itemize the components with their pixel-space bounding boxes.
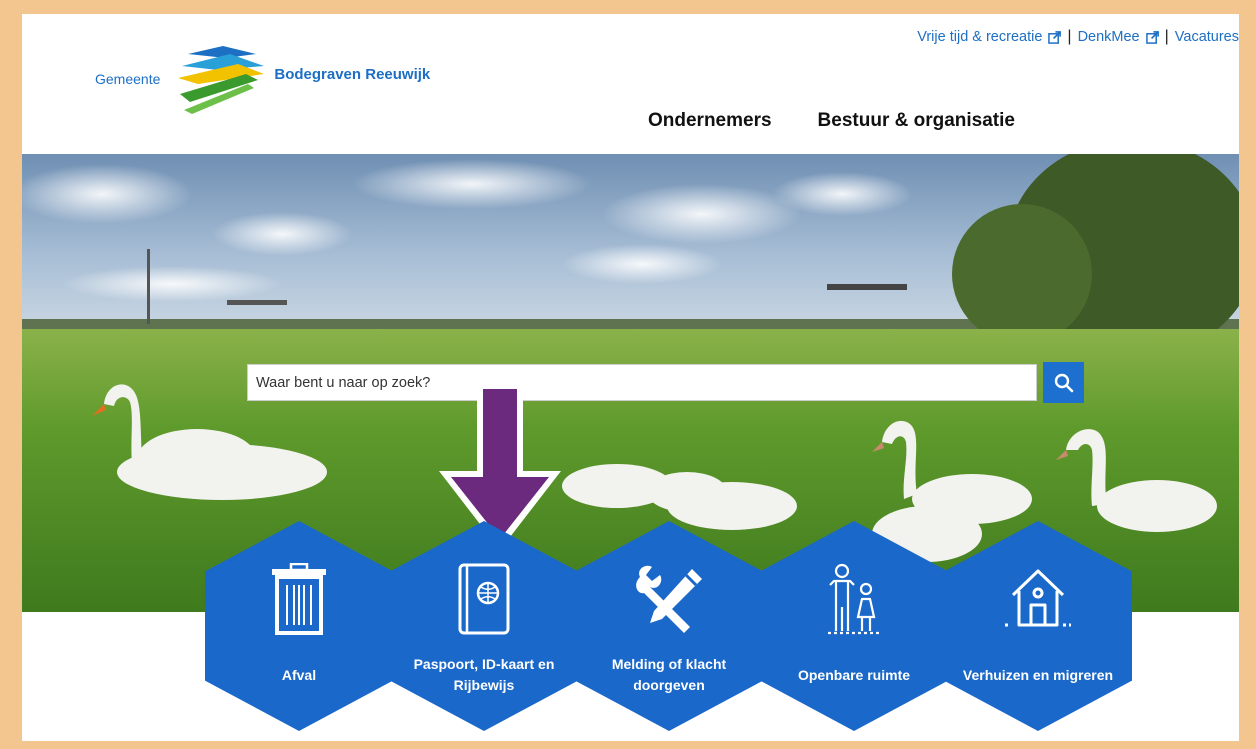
search-icon bbox=[1054, 373, 1073, 392]
tile-paspoort[interactable]: Paspoort, ID-kaart en Rijbewijs bbox=[390, 521, 578, 731]
search-box bbox=[247, 364, 1037, 401]
external-link-icon bbox=[1048, 30, 1062, 44]
separator: | bbox=[1067, 28, 1072, 45]
external-link-icon bbox=[1145, 30, 1159, 44]
trash-bin-icon bbox=[272, 563, 326, 635]
tile-openbare-ruimte[interactable]: Openbare ruimte bbox=[760, 521, 948, 731]
link-label: Vacatures bbox=[1174, 29, 1239, 45]
tile-label: Melding of klacht doorgeven bbox=[611, 656, 727, 693]
link-label: DenkMee bbox=[1077, 29, 1140, 45]
main-nav: Ondernemers Bestuur & organisatie bbox=[648, 110, 1015, 132]
top-links: Vrije tijd & recreatie | DenkMee | Vacat… bbox=[917, 28, 1239, 46]
screenshot-frame: Vrije tijd & recreatie | DenkMee | Vacat… bbox=[0, 0, 1256, 749]
link-denkmee[interactable]: DenkMee bbox=[1078, 29, 1159, 45]
site-logo[interactable]: Gemeente Bodegraven Reeuwijk bbox=[95, 44, 430, 114]
tile-label: Verhuizen en migreren bbox=[962, 666, 1114, 683]
logo-name: Bodegraven Reeuwijk bbox=[274, 65, 431, 83]
link-vrije-tijd[interactable]: Vrije tijd & recreatie bbox=[917, 29, 1062, 45]
search-button[interactable] bbox=[1043, 362, 1084, 403]
separator: | bbox=[1164, 28, 1169, 45]
logo-mark bbox=[178, 46, 265, 114]
tile-label: Afval bbox=[281, 666, 317, 683]
search-input[interactable] bbox=[248, 365, 1036, 400]
nav-item-ondernemers[interactable]: Ondernemers bbox=[648, 110, 772, 132]
page: Vrije tijd & recreatie | DenkMee | Vacat… bbox=[22, 14, 1239, 741]
people-icon bbox=[828, 563, 880, 635]
tile-melding-klacht[interactable]: Melding of klacht doorgeven bbox=[575, 521, 763, 731]
logo-prefix: Gemeente bbox=[95, 71, 161, 87]
house-icon bbox=[1005, 569, 1071, 627]
tile-label: Paspoort, ID-kaart en Rijbewijs bbox=[413, 656, 555, 693]
nav-item-bestuur-organisatie[interactable]: Bestuur & organisatie bbox=[818, 110, 1015, 132]
passport-icon bbox=[458, 563, 510, 635]
tools-icon bbox=[636, 565, 702, 633]
tile-verhuizen[interactable]: Verhuizen en migreren bbox=[944, 521, 1132, 731]
link-label: Vrije tijd & recreatie bbox=[917, 29, 1043, 45]
link-vacatures[interactable]: Vacatures bbox=[1175, 29, 1239, 45]
tile-afval[interactable]: Afval bbox=[205, 521, 393, 731]
tile-label: Openbare ruimte bbox=[797, 666, 911, 683]
